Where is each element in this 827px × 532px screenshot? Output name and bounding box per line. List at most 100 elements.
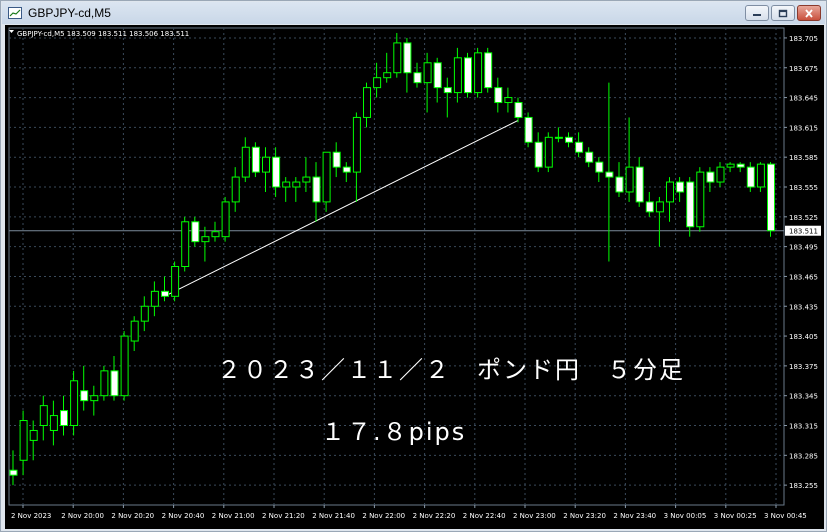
candle-body [484,52,493,89]
restore-button[interactable] [771,5,795,21]
candle [666,177,674,222]
candle [80,365,89,411]
candle [130,316,139,351]
x-tick-label: 3 Nov 00:05 [664,512,707,520]
candle [494,77,503,113]
candle-body [60,410,68,426]
candle [29,420,38,461]
restore-icon [778,9,788,17]
candle-body [554,136,563,139]
candle [393,32,402,78]
candle-body [130,320,139,342]
candle-body [423,62,432,84]
candle-body [363,87,371,118]
candle [736,162,745,173]
candle [322,151,331,212]
window-titlebar[interactable]: GBPJPY-cd,M5 [2,2,825,24]
candle-body [666,181,674,203]
price-chart[interactable]: 183.705 183.675 183.645 183.615 183.585 183.5… [5,25,824,529]
x-tick-label: 3 Nov 00:25 [714,512,757,520]
candle-body [696,171,705,228]
candle [433,57,442,103]
symbol-marker-icon [9,30,14,33]
window-title: GBPJPY-cd,M5 [28,6,111,20]
candle-body [565,136,573,143]
candle-body [494,87,503,104]
y-tick-label: 183.585 [789,154,818,162]
candle [342,162,351,183]
candle [544,132,553,173]
x-tick-label: 2 Nov 22:20 [413,512,456,520]
candle-body [80,390,89,402]
candle-body [49,415,58,431]
candle-body [221,201,230,238]
candle [706,167,715,192]
candle-body [575,141,584,153]
y-tick-label: 183.675 [789,65,818,73]
candle-body [706,171,715,183]
x-tick-label: 2 Nov 21:00 [212,512,255,520]
x-tick-label: 2 Nov 20:40 [162,512,205,520]
x-tick-label: 2 Nov 2023 [11,512,51,520]
candle-body [110,370,119,397]
candle-body [413,72,422,84]
candle-body [474,52,483,94]
candle [19,410,28,476]
candle-body [70,380,79,426]
chart-info-line: GBPJPY-cd,M5 183.509 183.511 183.506 183… [17,30,189,38]
candle-body [605,171,614,178]
candle-body [746,166,755,188]
y-tick-label: 183.435 [789,303,818,311]
candle-body [443,87,452,94]
x-tick-label: 2 Nov 23:20 [563,512,606,520]
y-tick-label: 183.315 [789,423,818,431]
candle-body [716,166,725,183]
candlestick-chart-svg[interactable]: 183.705 183.675 183.645 183.615 183.585 183.5… [5,25,824,529]
x-tick-label: 2 Nov 22:40 [463,512,506,520]
candle [352,112,361,202]
candle [231,167,240,212]
candle [696,167,705,232]
candle [201,226,210,262]
candle [171,261,180,302]
chart-window: GBPJPY-cd,M5 183.705 183.675 183.645 183.61… [0,0,827,532]
candle-body [373,77,382,89]
candle [676,177,685,202]
candle [90,385,99,416]
candle [726,162,735,173]
candle [140,296,149,332]
y-tick-label: 183.555 [789,184,818,192]
candle [615,162,624,197]
x-tick-label: 2 Nov 21:20 [262,512,305,520]
trendline [164,119,519,297]
candle [625,117,634,202]
candle-body [676,181,685,193]
x-tick-label: 2 Nov 22:00 [362,512,405,520]
candle [110,355,119,401]
candle-body [504,97,513,104]
annotation-title: ２０２３／１１／２ ポンド円 ５分足 [217,356,685,384]
x-tick-label: 3 Nov 00:45 [764,512,807,520]
candle [292,177,301,202]
candle-body [262,156,270,173]
candle [211,221,220,242]
y-tick-label: 183.405 [789,333,818,341]
candle-body [383,72,392,79]
candle-body [524,116,533,143]
close-button[interactable] [797,5,821,21]
candle-body [767,163,775,232]
candle-body [655,201,664,213]
candle [60,395,68,436]
candle-body [342,166,351,173]
candle-body [433,62,442,89]
candle [282,177,291,202]
current-price-label: 183.511 [789,228,818,236]
candle [716,162,725,187]
candle-body [140,305,149,322]
minimize-button[interactable] [745,5,769,21]
candle [262,147,270,192]
candle-body [292,181,301,188]
candle [655,196,664,247]
candle-body [90,395,99,402]
y-tick-label: 183.285 [789,452,818,460]
